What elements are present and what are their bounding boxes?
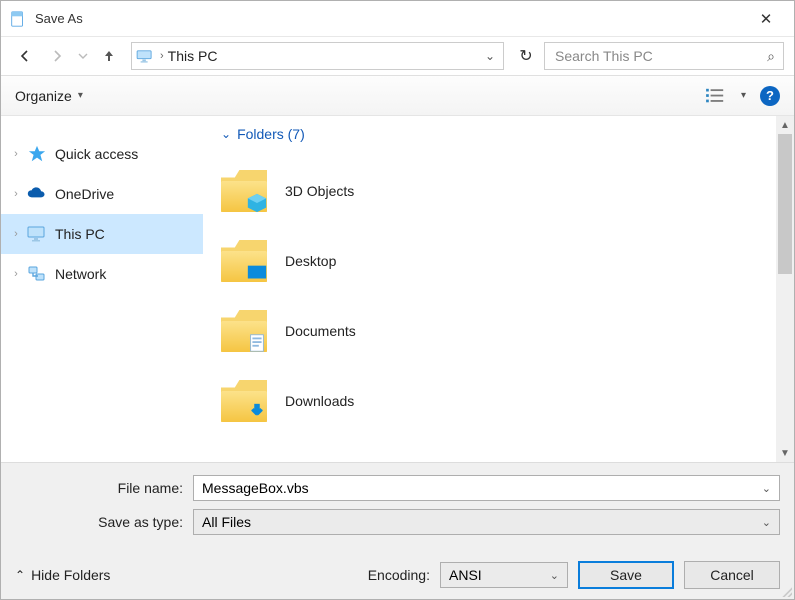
sidebar-item-this-pc[interactable]: › This PC xyxy=(1,214,203,254)
title-bar: Save As ✕ xyxy=(1,1,794,37)
folder-documents[interactable]: Documents xyxy=(221,296,794,366)
filename-value: MessageBox.vbs xyxy=(202,480,309,496)
search-icon: ⌕ xyxy=(767,48,775,65)
folder-3d-objects[interactable]: 3D Objects xyxy=(221,156,794,226)
search-input[interactable] xyxy=(553,47,767,65)
resize-grip[interactable] xyxy=(780,585,792,597)
quick-access-icon xyxy=(27,145,47,163)
forward-button[interactable] xyxy=(43,42,71,70)
folder-label: Desktop xyxy=(285,253,336,269)
scroll-down-icon[interactable]: ▼ xyxy=(776,444,794,462)
this-pc-icon xyxy=(136,49,154,63)
encoding-value: ANSI xyxy=(449,567,482,583)
address-dropdown-icon[interactable]: ⌄ xyxy=(485,49,495,63)
save-as-type-select[interactable]: All Files ⌄ xyxy=(193,509,780,535)
chevron-down-icon[interactable]: ⌄ xyxy=(762,516,771,529)
save-as-type-label: Save as type: xyxy=(15,514,193,530)
filename-input[interactable]: MessageBox.vbs ⌄ xyxy=(193,475,780,501)
view-options-dropdown-icon[interactable]: ▾ xyxy=(741,90,746,101)
sidebar-item-label: Network xyxy=(55,266,106,282)
toolbar: Organize ▾ ▾ ? xyxy=(1,75,794,115)
cube-icon xyxy=(245,192,269,214)
folder-icon xyxy=(221,170,267,212)
network-icon xyxy=(27,265,47,283)
up-button[interactable] xyxy=(95,42,123,70)
view-options-button[interactable] xyxy=(705,87,727,105)
sidebar-item-quick-access[interactable]: › Quick access xyxy=(1,134,203,174)
scroll-thumb[interactable] xyxy=(778,134,792,274)
sidebar-item-label: Quick access xyxy=(55,146,138,162)
save-button-label: Save xyxy=(610,567,642,583)
folder-label: Downloads xyxy=(285,393,354,409)
folder-label: Documents xyxy=(285,323,356,339)
hide-folders-label: Hide Folders xyxy=(31,567,110,583)
hide-folders-button[interactable]: ⌃ Hide Folders xyxy=(15,567,110,583)
organize-label: Organize xyxy=(15,88,72,104)
chevron-down-icon[interactable]: ⌄ xyxy=(550,569,559,582)
expand-icon[interactable]: › xyxy=(9,228,23,240)
sidebar-item-label: This PC xyxy=(55,226,105,242)
chevron-down-icon: ▾ xyxy=(78,90,83,101)
close-button[interactable]: ✕ xyxy=(746,10,786,28)
explorer-body: › Quick access › OneDrive › xyxy=(1,115,794,462)
onedrive-icon xyxy=(27,185,47,203)
cancel-button[interactable]: Cancel xyxy=(684,561,780,589)
folder-desktop[interactable]: Desktop xyxy=(221,226,794,296)
expand-icon[interactable]: › xyxy=(9,188,23,200)
app-icon xyxy=(9,10,27,28)
cancel-button-label: Cancel xyxy=(710,567,754,583)
document-icon xyxy=(245,332,269,354)
save-as-type-value: All Files xyxy=(202,514,251,530)
folder-icon xyxy=(221,310,267,352)
chevron-down-icon[interactable]: ⌄ xyxy=(762,482,771,495)
organize-menu[interactable]: Organize ▾ xyxy=(15,88,83,104)
expand-icon[interactable]: › xyxy=(9,148,23,160)
recent-locations-dropdown[interactable] xyxy=(75,42,91,70)
save-button[interactable]: Save xyxy=(578,561,674,589)
save-as-dialog: Save As ✕ › This PC ⌄ ↻ xyxy=(0,0,795,600)
folder-label: 3D Objects xyxy=(285,183,354,199)
section-header-label: Folders (7) xyxy=(237,126,305,142)
expand-icon[interactable]: › xyxy=(9,268,23,280)
save-panel: File name: MessageBox.vbs ⌄ Save as type… xyxy=(1,462,794,599)
folder-downloads[interactable]: Downloads xyxy=(221,366,794,436)
folder-icon xyxy=(221,380,267,422)
refresh-button[interactable]: ↻ xyxy=(512,42,540,70)
chevron-down-icon: ⌄ xyxy=(221,127,231,141)
chevron-up-icon: ⌃ xyxy=(15,568,25,582)
folder-view[interactable]: ⌄ Folders (7) 3D Objects Desktop xyxy=(203,116,794,462)
scrollbar[interactable]: ▲ ▼ xyxy=(776,116,794,462)
scroll-up-icon[interactable]: ▲ xyxy=(776,116,794,134)
encoding-label: Encoding: xyxy=(368,567,430,583)
filename-label: File name: xyxy=(15,480,193,496)
folder-icon xyxy=(221,240,267,282)
navigation-pane: › Quick access › OneDrive › xyxy=(1,116,203,462)
section-header-folders[interactable]: ⌄ Folders (7) xyxy=(221,126,794,142)
breadcrumb-location[interactable]: This PC xyxy=(168,48,218,64)
download-arrow-icon xyxy=(245,402,269,424)
help-button[interactable]: ? xyxy=(760,86,780,106)
address-bar[interactable]: › This PC ⌄ xyxy=(131,42,504,70)
sidebar-item-label: OneDrive xyxy=(55,186,114,202)
search-box[interactable]: ⌕ xyxy=(544,42,784,70)
sidebar-item-onedrive[interactable]: › OneDrive xyxy=(1,174,203,214)
breadcrumb-separator-icon: › xyxy=(160,50,164,62)
window-title: Save As xyxy=(35,11,746,26)
back-button[interactable] xyxy=(11,42,39,70)
nav-row: › This PC ⌄ ↻ ⌕ xyxy=(1,37,794,75)
sidebar-item-network[interactable]: › Network xyxy=(1,254,203,294)
this-pc-icon xyxy=(27,225,47,243)
desktop-icon xyxy=(245,262,269,284)
encoding-select[interactable]: ANSI ⌄ xyxy=(440,562,568,588)
